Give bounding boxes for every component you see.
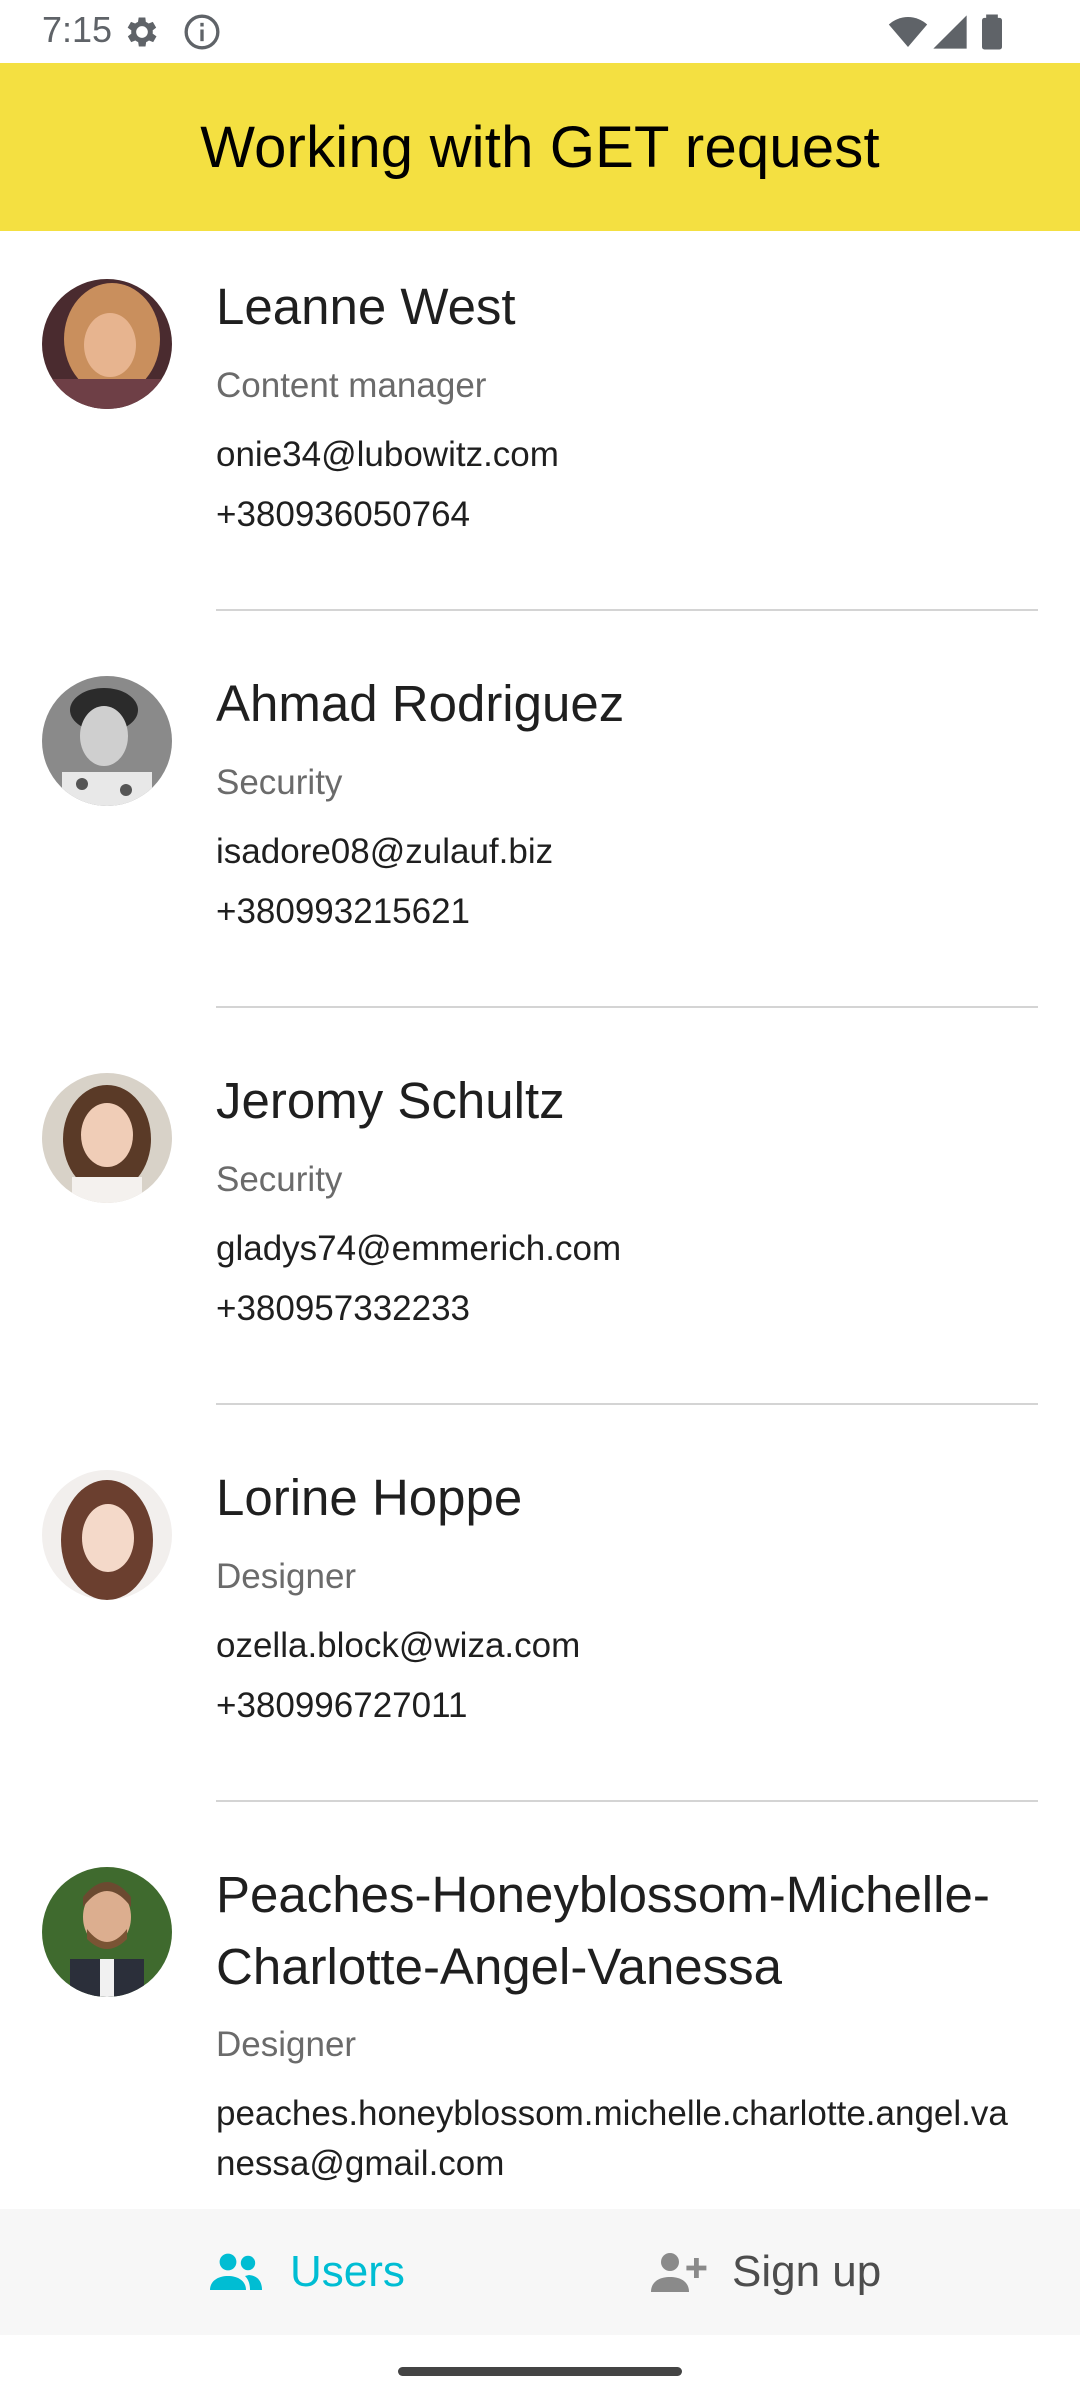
user-email: peaches.honeyblossom.michelle.charlotte.… <box>216 2094 1008 2183</box>
app-screen: 7:15 Working with GET request Leanne Wes… <box>0 0 1080 2400</box>
user-email: onie34@lubowitz.com <box>216 435 559 474</box>
home-gesture-handle[interactable] <box>398 2367 682 2376</box>
tab-users[interactable]: Users <box>206 2209 405 2335</box>
user-phone: +380993215621 <box>216 892 471 931</box>
battery-icon <box>972 12 1012 52</box>
divider <box>216 1800 1038 1802</box>
user-email: gladys74@emmerich.com <box>216 1229 622 1268</box>
wifi-icon <box>888 12 928 52</box>
tab-sign-up[interactable]: Sign up <box>648 2209 881 2335</box>
avatar <box>42 279 172 409</box>
user-position: Security <box>216 1160 343 1199</box>
divider <box>216 1403 1038 1405</box>
user-phone: +380957332233 <box>216 1289 471 1328</box>
status-time: 7:15 <box>42 9 113 50</box>
add-user-icon <box>651 2253 707 2292</box>
user-name: Jeromy Schultz <box>216 1072 565 1129</box>
user-position: Content manager <box>216 366 487 405</box>
avatar <box>42 1073 172 1203</box>
user-list[interactable]: Leanne West Content manager onie34@lubow… <box>0 231 1080 2209</box>
user-name: Ahmad Rodriguez <box>216 675 625 732</box>
avatar <box>42 1867 172 1997</box>
page-title: Working with GET request <box>200 114 880 180</box>
gear-icon <box>122 12 162 52</box>
gesture-area <box>0 2335 1080 2400</box>
users-icon <box>210 2253 262 2290</box>
signal-icon <box>930 12 970 52</box>
tab-sign-up-label: Sign up <box>732 2247 882 2296</box>
avatar <box>42 1470 172 1600</box>
divider <box>216 609 1038 611</box>
user-name: Lorine Hoppe <box>216 1469 523 1526</box>
avatar <box>42 676 172 806</box>
info-icon <box>182 12 222 52</box>
tab-users-label: Users <box>290 2247 405 2296</box>
user-email: isadore08@zulauf.biz <box>216 832 554 871</box>
user-phone: +380936050764 <box>216 495 471 534</box>
user-name: Leanne West <box>216 278 516 335</box>
divider <box>216 1006 1038 1008</box>
app-header: Working with GET request <box>0 63 1080 231</box>
user-name: Peaches-Honeyblossom-Michelle-Charlotte-… <box>216 1866 990 1995</box>
status-bar: 7:15 <box>0 0 1080 63</box>
user-position: Designer <box>216 1557 357 1596</box>
user-phone: +380996727011 <box>216 1686 468 1725</box>
user-email: ozella.block@wiza.com <box>216 1626 581 1665</box>
user-position: Security <box>216 763 343 802</box>
user-position: Designer <box>216 2025 357 2064</box>
bottom-navigation: Users Sign up <box>0 2209 1080 2335</box>
